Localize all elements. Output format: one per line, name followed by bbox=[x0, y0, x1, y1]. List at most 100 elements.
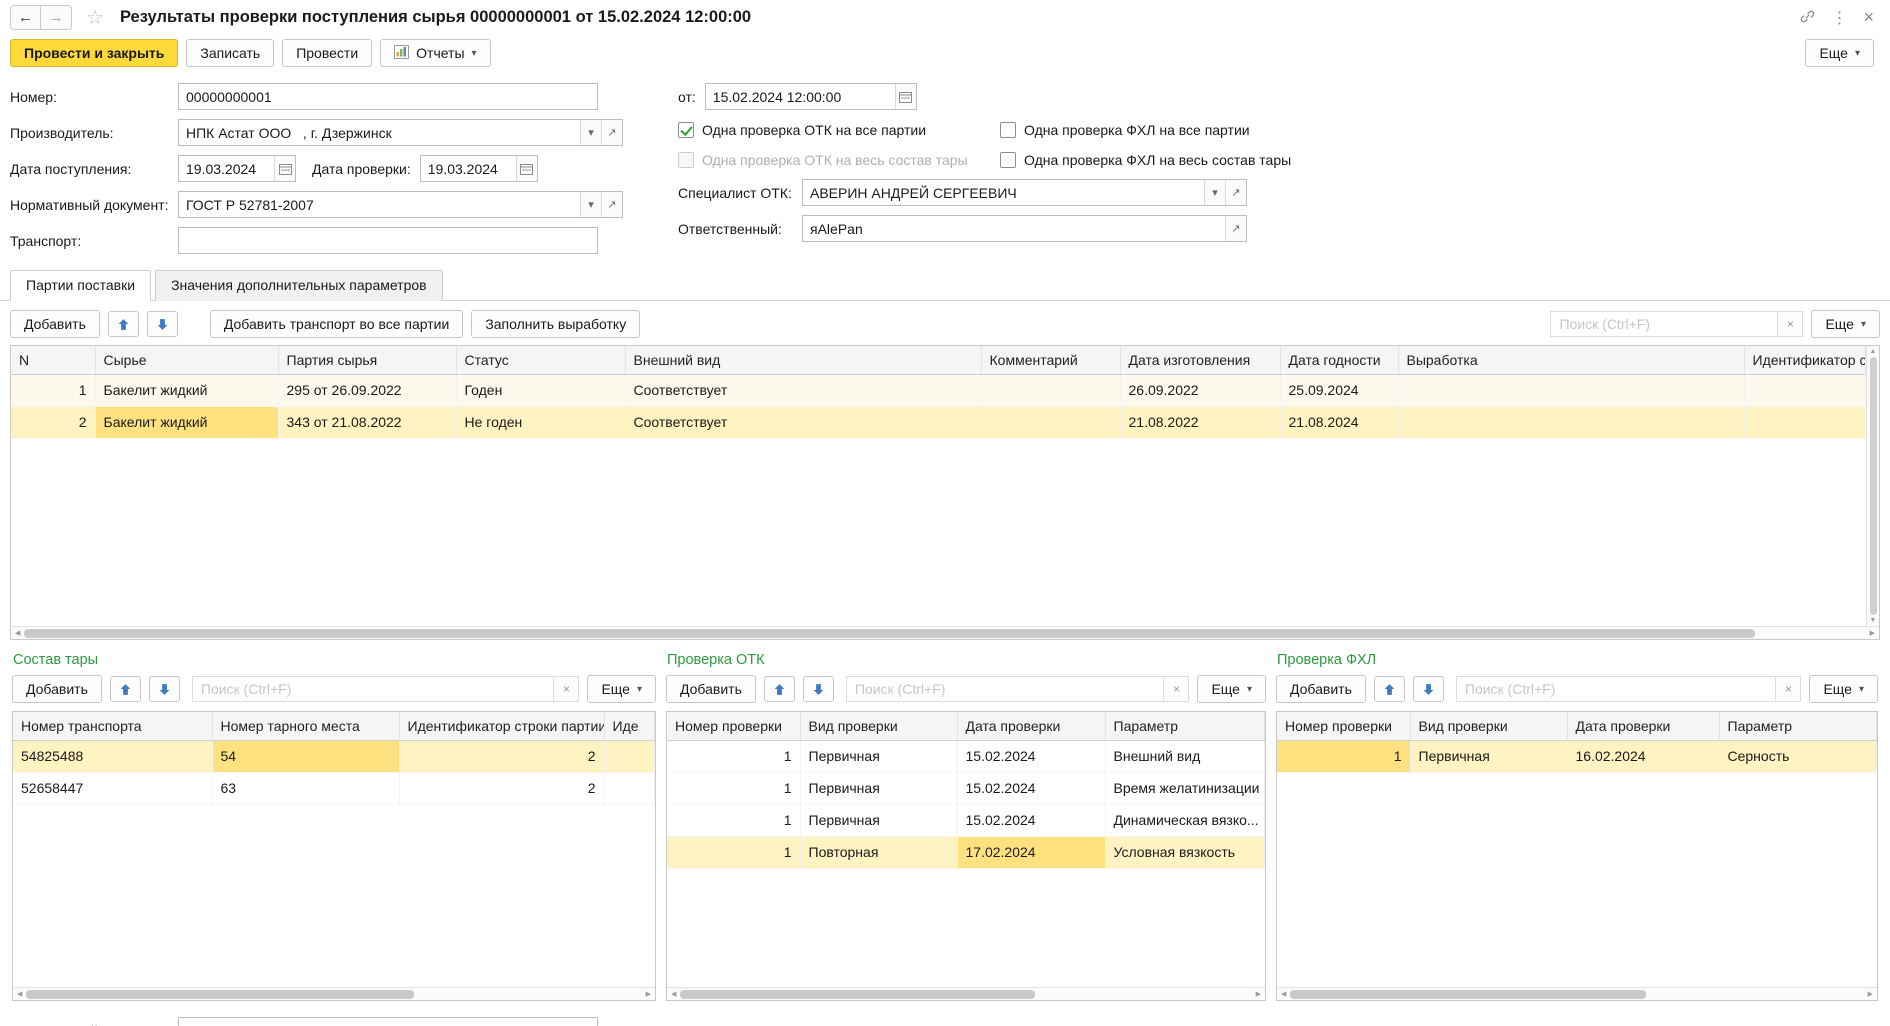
otk-specialist-input[interactable] bbox=[803, 180, 1204, 205]
add-row-button[interactable]: Добавить bbox=[666, 675, 756, 703]
column-header[interactable]: Идентификатор строки партии bbox=[399, 712, 604, 740]
column-header[interactable]: Выработка bbox=[1398, 346, 1744, 374]
check-date-field[interactable] bbox=[420, 155, 538, 182]
receipt-date-input[interactable] bbox=[179, 156, 274, 181]
responsible-input[interactable] bbox=[803, 216, 1225, 241]
responsible-field[interactable]: ↗ bbox=[802, 215, 1247, 242]
vertical-scrollbar[interactable]: ▲ ▼ bbox=[1866, 346, 1879, 626]
tab-batches[interactable]: Партии поставки bbox=[10, 270, 151, 301]
table-row[interactable]: 1 Повторная 17.02.2024 Условная вязкость bbox=[667, 836, 1265, 868]
post-button[interactable]: Провести bbox=[282, 39, 372, 67]
move-up-button[interactable] bbox=[764, 676, 795, 702]
search-clear-icon[interactable]: × bbox=[554, 676, 579, 702]
add-row-button[interactable]: Добавить bbox=[1276, 675, 1366, 703]
column-header[interactable]: Иде bbox=[604, 712, 655, 740]
reports-button[interactable]: Отчеты ▾ bbox=[380, 39, 490, 67]
search-input[interactable] bbox=[192, 676, 555, 702]
column-header[interactable]: Вид проверки bbox=[1410, 712, 1567, 740]
table-row[interactable]: 1 Первичная 16.02.2024 Серность bbox=[1277, 740, 1877, 772]
add-transport-all-button[interactable]: Добавить транспорт во все партии bbox=[210, 310, 463, 338]
table-row[interactable]: 1 Первичная 15.02.2024 Время желатинизац… bbox=[667, 772, 1265, 804]
otk-more-button[interactable]: Еще ▾ bbox=[1197, 675, 1266, 703]
responsible-open-icon[interactable]: ↗ bbox=[1225, 216, 1246, 241]
manufacturer-input[interactable] bbox=[179, 120, 580, 145]
column-header[interactable]: Сырье bbox=[95, 346, 278, 374]
table-row[interactable]: 2 Бакелит жидкий 343 от 21.08.2022 Не го… bbox=[11, 406, 1866, 438]
horizontal-scrollbar-thumb[interactable] bbox=[24, 629, 1755, 638]
transport-field[interactable] bbox=[178, 227, 598, 254]
table-row[interactable]: 1 Первичная 15.02.2024 Внешний вид bbox=[667, 740, 1265, 772]
column-header[interactable]: Номер проверки bbox=[667, 712, 800, 740]
batches-more-button[interactable]: Еще ▾ bbox=[1811, 310, 1880, 338]
normative-doc-field[interactable]: ▾ ↗ bbox=[178, 191, 623, 218]
move-down-button[interactable] bbox=[1413, 676, 1444, 702]
manufacturer-field[interactable]: ▾ ↗ bbox=[178, 119, 623, 146]
column-header[interactable]: Номер тарного места bbox=[212, 712, 399, 740]
horizontal-scrollbar[interactable]: ◀ ▶ bbox=[1277, 987, 1877, 1000]
search-clear-icon[interactable]: × bbox=[1776, 676, 1801, 702]
close-icon[interactable]: × bbox=[1863, 7, 1874, 28]
scroll-right-icon[interactable]: ▶ bbox=[646, 990, 651, 998]
column-header[interactable]: Дата проверки bbox=[1567, 712, 1719, 740]
move-up-button[interactable] bbox=[1374, 676, 1405, 702]
move-up-button[interactable] bbox=[110, 676, 141, 702]
scroll-left-icon[interactable]: ◀ bbox=[17, 990, 22, 998]
doc-date-field[interactable] bbox=[705, 83, 917, 110]
scroll-down-icon[interactable]: ▼ bbox=[1870, 617, 1877, 624]
tab-extra-params[interactable]: Значения дополнительных параметров bbox=[155, 270, 443, 301]
favorite-star-icon[interactable]: ☆ bbox=[86, 5, 104, 30]
column-header[interactable]: Дата изготовления bbox=[1120, 346, 1280, 374]
column-header[interactable]: Номер проверки bbox=[1277, 712, 1410, 740]
table-row[interactable]: 52658447 63 2 bbox=[13, 772, 655, 804]
horizontal-scrollbar-thumb[interactable] bbox=[1290, 990, 1645, 999]
calendar-icon[interactable] bbox=[274, 156, 295, 181]
containers-more-button[interactable]: Еще ▾ bbox=[587, 675, 656, 703]
post-and-close-button[interactable]: Провести и закрыть bbox=[10, 39, 178, 67]
comment-field[interactable] bbox=[178, 1017, 598, 1026]
checkbox-fhl-all-containers[interactable]: Одна проверка ФХЛ на весь состав тары bbox=[1000, 152, 1322, 168]
search-input[interactable] bbox=[1456, 676, 1777, 702]
scroll-right-icon[interactable]: ▶ bbox=[1256, 990, 1261, 998]
column-header[interactable]: Параметр bbox=[1105, 712, 1265, 740]
column-header[interactable]: Дата годности bbox=[1280, 346, 1398, 374]
back-button[interactable]: ← bbox=[10, 5, 41, 30]
column-header[interactable]: Идентификатор с bbox=[1744, 346, 1866, 374]
checkbox-otk-all-batches[interactable]: Одна проверка ОТК на все партии bbox=[678, 122, 1000, 138]
column-header[interactable]: Комментарий bbox=[981, 346, 1120, 374]
otk-specialist-dropdown-icon[interactable]: ▾ bbox=[1204, 180, 1225, 205]
calendar-icon[interactable] bbox=[895, 84, 916, 109]
move-down-button[interactable] bbox=[147, 311, 178, 337]
normative-doc-input[interactable] bbox=[179, 192, 580, 217]
search-input[interactable] bbox=[1550, 311, 1778, 337]
add-row-button[interactable]: Добавить bbox=[10, 310, 100, 338]
column-header[interactable]: Статус bbox=[456, 346, 625, 374]
horizontal-scrollbar[interactable]: ◀ ▶ bbox=[667, 987, 1265, 1000]
number-field[interactable] bbox=[178, 83, 598, 110]
otk-specialist-open-icon[interactable]: ↗ bbox=[1225, 180, 1246, 205]
scroll-right-icon[interactable]: ▶ bbox=[1870, 629, 1875, 637]
column-header[interactable]: N bbox=[11, 346, 95, 374]
column-header[interactable]: Дата проверки bbox=[957, 712, 1105, 740]
column-header[interactable]: Номер транспорта bbox=[13, 712, 212, 740]
horizontal-scrollbar[interactable]: ◀ ▶ bbox=[11, 626, 1879, 639]
normative-open-icon[interactable]: ↗ bbox=[601, 192, 622, 217]
column-header[interactable]: Внешний вид bbox=[625, 346, 981, 374]
search-clear-icon[interactable]: × bbox=[1778, 311, 1803, 337]
forward-button[interactable]: → bbox=[41, 5, 72, 30]
scroll-right-icon[interactable]: ▶ bbox=[1868, 990, 1873, 998]
scroll-up-icon[interactable]: ▲ bbox=[1870, 348, 1877, 355]
horizontal-scrollbar-thumb[interactable] bbox=[26, 990, 414, 999]
receipt-date-field[interactable] bbox=[178, 155, 296, 182]
move-down-button[interactable] bbox=[803, 676, 834, 702]
otk-specialist-field[interactable]: ▾ ↗ bbox=[802, 179, 1247, 206]
fhl-more-button[interactable]: Еще ▾ bbox=[1809, 675, 1878, 703]
column-header[interactable]: Партия сырья bbox=[278, 346, 456, 374]
manufacturer-open-icon[interactable]: ↗ bbox=[601, 120, 622, 145]
scroll-left-icon[interactable]: ◀ bbox=[1281, 990, 1286, 998]
doc-date-input[interactable] bbox=[706, 84, 895, 109]
table-row[interactable]: 54825488 54 2 bbox=[13, 740, 655, 772]
scroll-left-icon[interactable]: ◀ bbox=[671, 990, 676, 998]
normative-dropdown-icon[interactable]: ▾ bbox=[580, 192, 601, 217]
horizontal-scrollbar-thumb[interactable] bbox=[680, 990, 1034, 999]
write-button[interactable]: Записать bbox=[186, 39, 274, 67]
